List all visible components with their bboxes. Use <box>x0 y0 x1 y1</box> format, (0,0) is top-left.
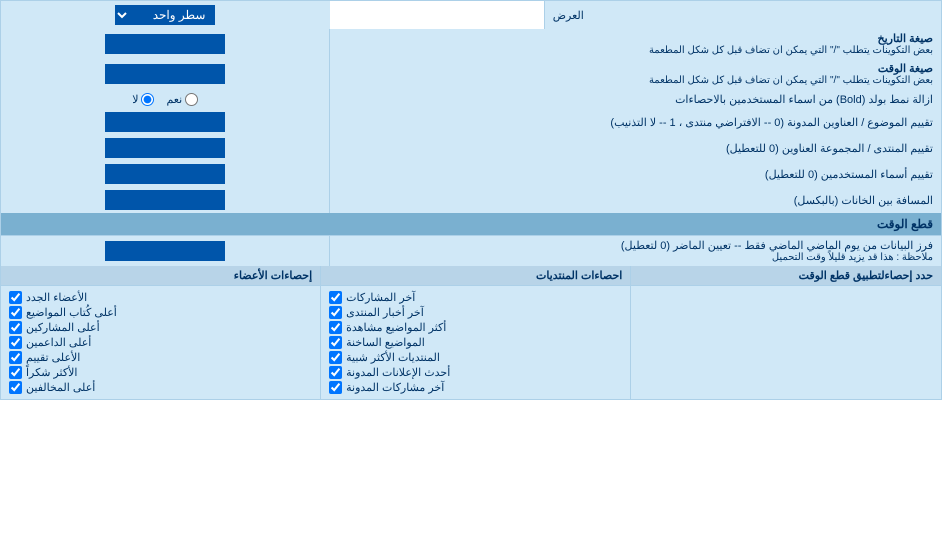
time-format-row: صيغة الوقت بعض التكوينات يتطلب "/" التي … <box>1 59 942 89</box>
bold-remove-row: ازالة نمط بولد (Bold) من اسماء المستخدمي… <box>1 89 942 109</box>
bold-yes-label: نعم <box>166 93 182 106</box>
date-format-sublabel: بعض التكوينات يتطلب "/" التي يمكن ان تضا… <box>338 45 933 56</box>
cutoff-section-header-row: قطع الوقت <box>1 213 942 236</box>
col1-checkbox[interactable] <box>329 336 342 349</box>
checkbox-item[interactable]: الأعضاء الجدد <box>9 290 312 305</box>
checkbox-item[interactable]: آخر أخبار المنتدى <box>329 305 622 320</box>
checkbox-item[interactable]: أعلى المشاركين <box>9 320 312 335</box>
cutoff-filter-label: فرز البيانات من يوم الماضي الماضي فقط --… <box>338 239 933 252</box>
col1-checkbox[interactable] <box>329 351 342 364</box>
checkboxes-col1-header: احصاءات المنتديات <box>536 270 622 282</box>
col2-checkbox[interactable] <box>9 336 22 349</box>
date-format-label: صيغة التاريخ <box>338 32 933 45</box>
checkbox-item[interactable]: الأكثر شكراً <box>9 365 312 380</box>
checkbox-item[interactable]: أعلى المخالفين <box>9 380 312 395</box>
users-sort-input[interactable]: 0 <box>105 164 225 184</box>
col1-checkbox[interactable] <box>329 306 342 319</box>
time-format-sublabel: بعض التكوينات يتطلب "/" التي يمكن ان تضا… <box>338 75 933 86</box>
cutoff-header: قطع الوقت <box>877 217 933 231</box>
checkbox-item[interactable]: الأعلى تقييم <box>9 350 312 365</box>
col1-checkbox[interactable] <box>329 321 342 334</box>
checkboxes-col2-header: إحصاءات الأعضاء <box>234 270 312 282</box>
col1-checkbox[interactable] <box>329 381 342 394</box>
checkboxes-row: حدد إحصاءلتطبيق قطع الوقت احصاءات المنتد… <box>1 266 942 400</box>
col2-checkbox[interactable] <box>9 366 22 379</box>
checkbox-item[interactable]: آخر المشاركات <box>329 290 622 305</box>
display-mode-row: العرض سطر واحد <box>1 1 942 30</box>
checkboxes-header: حدد إحصاءلتطبيق قطع الوقت احصاءات المنتد… <box>1 266 941 286</box>
topic-sort-row: تقييم الموضوع / العناوين المدونة (0 -- ا… <box>1 109 942 135</box>
col-spacing-row: المسافة بين الخانات (بالبكسل) 2 <box>1 187 942 213</box>
users-sort-row: تقييم أسماء المستخدمين (0 للتعطيل) 0 <box>1 161 942 187</box>
checkbox-item[interactable]: أحدث الإعلانات المدونة <box>329 365 622 380</box>
forum-sort-label: تقييم المنتدى / المجموعة العناوين (0 للت… <box>726 143 933 155</box>
cutoff-limit-label: حدد إحصاءلتطبيق قطع الوقت <box>799 270 933 282</box>
checkbox-item[interactable]: آخر مشاركات المدونة <box>329 380 622 395</box>
time-format-input[interactable]: H:i <box>105 64 225 84</box>
col2-checkbox[interactable] <box>9 351 22 364</box>
topic-sort-label: تقييم الموضوع / العناوين المدونة (0 -- ا… <box>610 117 933 129</box>
col2-checkbox[interactable] <box>9 291 22 304</box>
col2-checkbox[interactable] <box>9 381 22 394</box>
checkbox-item[interactable]: المواضيع الساخنة <box>329 335 622 350</box>
col-spacing-label: المسافة بين الخانات (بالبكسل) <box>794 195 933 207</box>
date-format-input[interactable]: d-m <box>105 34 225 54</box>
forum-sort-row: تقييم المنتدى / المجموعة العناوين (0 للت… <box>1 135 942 161</box>
topic-sort-input[interactable]: 33 <box>105 112 225 132</box>
bold-yes-radio[interactable] <box>185 93 198 106</box>
col2-checkbox[interactable] <box>9 321 22 334</box>
date-format-row: صيغة التاريخ بعض التكوينات يتطلب "/" الت… <box>1 29 942 59</box>
bold-no-radio[interactable] <box>141 93 154 106</box>
bold-no-label: لا <box>132 93 138 106</box>
cutoff-filter-input[interactable]: 0 <box>105 241 225 261</box>
col2-checkbox[interactable] <box>9 306 22 319</box>
cutoff-filter-note: ملاحظة : هذا قد يزيد قليلاً وقت التحميل <box>338 252 933 263</box>
col1-checkbox[interactable] <box>329 366 342 379</box>
checkbox-item[interactable]: أعلى كُتاب المواضيع <box>9 305 312 320</box>
display-mode-label: العرض <box>544 1 941 29</box>
bold-remove-label: ازالة نمط بولد (Bold) من اسماء المستخدمي… <box>675 94 933 106</box>
checkbox-item[interactable]: أكثر المواضيع مشاهدة <box>329 320 622 335</box>
checkbox-item[interactable]: أعلى الداعمين <box>9 335 312 350</box>
col1-checkbox[interactable] <box>329 291 342 304</box>
display-mode-select[interactable]: سطر واحد <box>115 5 215 25</box>
checkboxes-data: آخر المشاركاتآخر أخبار المنتدىأكثر الموا… <box>1 286 941 400</box>
users-sort-label: تقييم أسماء المستخدمين (0 للتعطيل) <box>765 169 933 181</box>
col-spacing-input[interactable]: 2 <box>105 190 225 210</box>
time-format-label: صيغة الوقت <box>338 62 933 75</box>
forum-sort-input[interactable]: 33 <box>105 138 225 158</box>
cutoff-filter-row: فرز البيانات من يوم الماضي الماضي فقط --… <box>1 236 942 267</box>
checkbox-item[interactable]: المنتديات الأكثر شبية <box>329 350 622 365</box>
